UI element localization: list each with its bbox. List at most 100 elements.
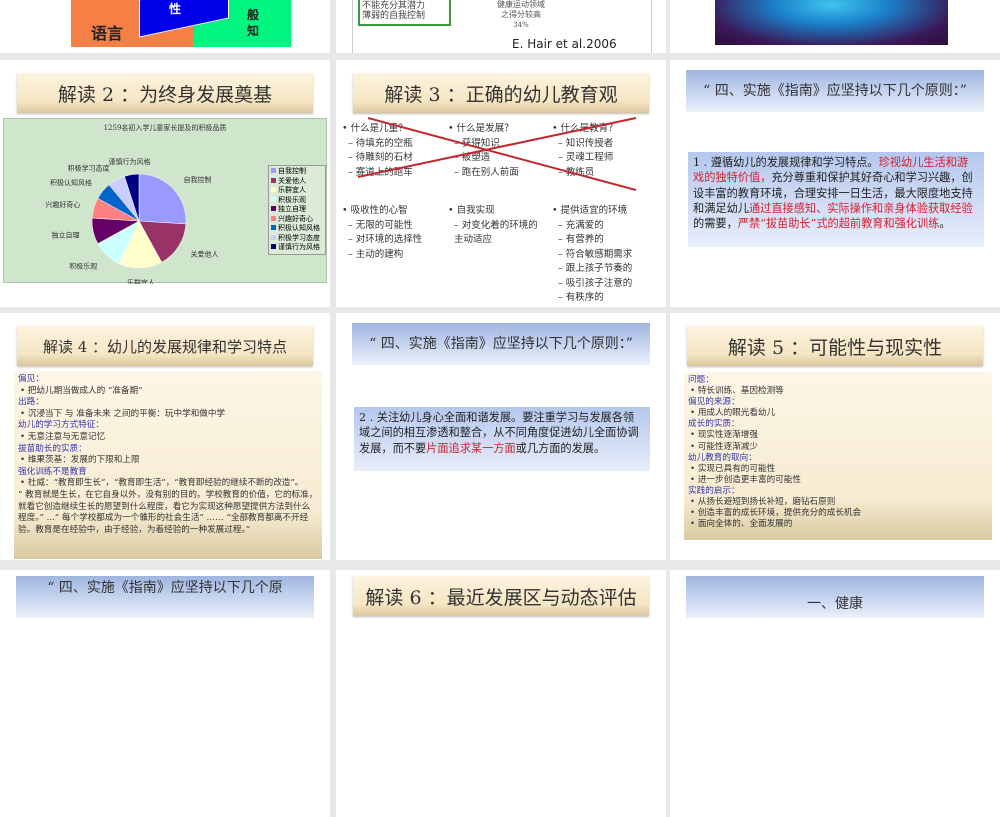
slice-label: 关爱他人 [191, 250, 219, 259]
text-run: 或几方面的发展。 [515, 441, 606, 455]
notes-item: 进一步创造更丰富的可能性 [688, 475, 988, 486]
slide-title: 解读 5 ：可能性与现实性 [687, 326, 983, 366]
mid-line: 34% [513, 21, 529, 29]
slide-title: 一、健康 [686, 576, 984, 618]
label-general-2: 知 [247, 24, 260, 38]
slide-thumbnail-8[interactable]: “ 四、实施《指南》应坚持以下几个原则：” 2 . 关注幼儿身心全面和谐发展。要… [336, 313, 666, 560]
notes-item: 维果茨基：发展的下限和上限 [18, 455, 318, 467]
slice-label: 自我控制 [183, 175, 211, 184]
slide-title: “ 四、实施《指南》应坚持以下几个原则：” [352, 323, 650, 365]
legend-swatch [271, 168, 276, 173]
slide-thumbnail-3[interactable] [670, 0, 1000, 53]
legend-swatch [271, 225, 276, 230]
label-general-1: 般 [247, 8, 260, 22]
notes-heading: 实践的启示： [688, 485, 740, 496]
iceberg-image [715, 0, 948, 45]
finding-text: 健康运动领域 之得分较高 34% [476, 0, 566, 30]
pie-slice-1 [138, 173, 187, 225]
notes-heading: 偏见： [18, 374, 44, 384]
label-language: 语言 [91, 24, 124, 43]
slice-label: 谨慎行为风格 [108, 157, 150, 166]
notes-heading: 问题： [688, 375, 714, 385]
legend-item: 乐群宜人 [271, 186, 323, 196]
legend-item: 兴趣好奇心 [271, 215, 323, 225]
legend-label: 谨慎行为风格 [278, 243, 320, 251]
legend-swatch [271, 177, 276, 183]
notes-item: 从扬长避短到扬长补短，磨钻石原则 [688, 497, 988, 508]
slide-title: “ 四、实施《指南》应坚持以下几个原 [16, 576, 314, 618]
notes-heading: 偏见的来源： [688, 397, 740, 408]
text-run: 的需要， [693, 217, 738, 231]
legend-swatch [271, 196, 276, 202]
pie-chart: 1259名初入学儿童家长提及的积极品质 自我控制 关爱他人 乐群宜人 积极乐观 独立自理… [3, 118, 327, 284]
notes-item: 现实性逐渐增强 [688, 430, 988, 441]
legend-item: 自我控制 [271, 167, 323, 177]
mid-line: 之得分较高 [501, 10, 541, 19]
notes-heading: 拔苗助长的实质： [18, 443, 87, 454]
legend-label: 积极乐观 [278, 195, 306, 204]
notes-item: 特长训练、基因检测等 [688, 386, 988, 397]
notes-heading: 成长的实质： [688, 419, 740, 430]
legend-label: 独立自理 [278, 205, 306, 213]
slide-thumbnail-11[interactable]: 解读 6 ：最近发展区与动态评估 [336, 570, 666, 817]
finding-box: 不能充分其潜力 薄弱的自我控制 [358, 0, 451, 26]
notes-box: 问题：特长训练、基因检测等偏见的来源：用成人的眼光看幼儿成长的实质：现实性逐渐增… [684, 372, 992, 540]
notes-item: 无意注意与无意记忆 [18, 432, 318, 444]
notes-heading: 出路： [18, 397, 44, 408]
slice-label: 积极学习态度 [68, 164, 110, 173]
slide-title: 解读 2 ：为终身发展奠基 [17, 73, 313, 113]
highlight-run: 严禁“拔苗助长”式的超前教育和强化训练 [737, 217, 940, 231]
slide-title: 解读 4 ：幼儿的发展规律和学习特点 [17, 326, 313, 366]
domain-diagram-image: 语言 性 般 知 [71, 0, 291, 47]
slice-label: 积极认知风格 [50, 178, 92, 187]
highlight-run: 片面追求某一方面 [426, 441, 516, 455]
citation: E. Hair et al.2006 [512, 37, 617, 51]
text-run: 1 . 遵循幼儿的发展规律和学习特点。 [693, 156, 879, 169]
legend-item: 积极学习态度 [271, 234, 323, 244]
slide-thumbnail-5[interactable]: 解读 3 ：正确的幼儿教育观 • 什么是儿童？ – 待填充的空瓶 – 待雕刻的石材 –… [336, 60, 666, 307]
chart-legend: 自我控制 关爱他人 乐群宜人 积极乐观 独立自理 兴趣好奇心 积极认知风格 积极学习态度 谨慎行… [268, 165, 326, 255]
legend-swatch [271, 187, 276, 192]
legend-item: 积极认知风格 [271, 224, 323, 234]
box-line: 薄弱的自我控制 [362, 10, 426, 21]
notes-item: 可能性逐渐减少 [688, 442, 988, 453]
notes-heading: 强化训练不是教育 [18, 466, 87, 477]
notes-item: 面向全体的、全面发展的 [688, 519, 988, 530]
slide-title: “ 四、实施《指南》应坚持以下几个原则：” [686, 70, 984, 112]
slide-thumbnail-4[interactable]: 解读 2 ：为终身发展奠基 1259名初入学儿童家长提及的积极品质 自我控制 关爱… [0, 60, 330, 307]
slice-label: 兴趣好奇心 [45, 200, 80, 209]
slide-title: 解读 6 ：最近发展区与动态评估 [353, 576, 649, 616]
notes-box: 偏见： 把幼儿期当做成人的 “准备期”出路：沉浸当下 与 准备未来 之间的平衡：玩… [14, 371, 322, 559]
slice-label: 独立自理 [51, 230, 79, 239]
notes-heading: 幼儿教育的取向： [688, 452, 757, 463]
slide-thumbnail-2[interactable]: 不能充分其潜力 薄弱的自我控制 健康运动领域 之得分较高 34% E. Hair… [336, 0, 666, 53]
cross-out-mark [357, 117, 637, 191]
notes-item: 用成人的眼光看幼儿 [688, 408, 988, 419]
notes-heading: 幼儿的学习方式特征： [18, 420, 104, 431]
slide-thumbnail-12[interactable]: 一、健康 [670, 570, 1000, 817]
legend-swatch [271, 206, 276, 211]
slice-label: 积极乐观 [69, 261, 97, 270]
notes-item: “ 教育就是生长，在它自身以外，没有别的目的。学校教育的价值，它的标准，就看它创… [18, 489, 318, 535]
principle-2-text: 2 . 关注幼儿身心全面和谐发展。要注重学习与发展各领域之间的相互渗透和整合，从… [354, 407, 650, 471]
legend-label: 积极认知风格 [278, 224, 320, 232]
slide-thumbnail-6[interactable]: “ 四、实施《指南》应坚持以下几个原则：” 1 . 遵循幼儿的发展规律和学习特点… [670, 60, 1000, 307]
legend-label: 自我控制 [278, 167, 306, 175]
slide-thumbnail-1[interactable]: 语言 性 般 知 [0, 0, 330, 53]
slide-thumbnail-9[interactable]: 解读 5 ：可能性与现实性 问题：特长训练、基因检测等偏见的来源：用成人的眼光看… [670, 313, 1000, 560]
legend-swatch [271, 244, 276, 249]
legend-label: 乐群宜人 [278, 186, 306, 194]
legend-swatch [271, 234, 276, 240]
highlight-run: 通过直接感知、实际操作和亲身体验获取经验 [748, 201, 973, 215]
notes-item: 实现已具有的可能性 [688, 464, 988, 475]
slide-thumbnail-10[interactable]: “ 四、实施《指南》应坚持以下几个原 [0, 570, 330, 817]
legend-item: 积极乐观 [271, 196, 323, 206]
text-run: 。 [939, 217, 951, 231]
notes-item: 把幼儿期当做成人的 “准备期” [18, 386, 318, 398]
slide-thumbnail-7[interactable]: 解读 4 ：幼儿的发展规律和学习特点 偏见： 把幼儿期当做成人的 “准备期”出路：… [0, 313, 330, 560]
label-nature: 性 [169, 2, 182, 16]
notes-item: 杜威：“教育即生长”，“教育即生活”，“教育即经验的继续不断的改造”。 [18, 478, 318, 490]
legend-item: 独立自理 [271, 205, 323, 215]
legend-label: 兴趣好奇心 [278, 214, 313, 223]
legend-item: 谨慎行为风格 [271, 243, 323, 253]
